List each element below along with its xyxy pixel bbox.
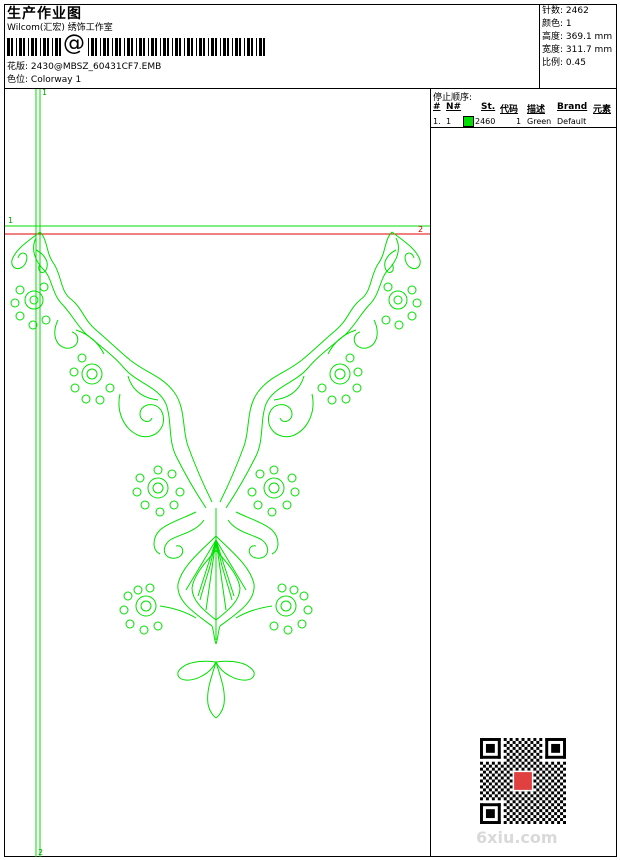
marker-right-h: 2 bbox=[418, 225, 423, 234]
marker-left-h: 1 bbox=[8, 216, 13, 225]
site-logo: 6xiu.com bbox=[476, 828, 558, 847]
embroidery-design: 1 2 1 2 bbox=[5, 88, 430, 857]
marker-bottom-v: 2 bbox=[38, 848, 43, 857]
motif bbox=[10, 231, 422, 719]
marker-top-v: 1 bbox=[42, 88, 47, 97]
qr-code bbox=[480, 738, 566, 824]
